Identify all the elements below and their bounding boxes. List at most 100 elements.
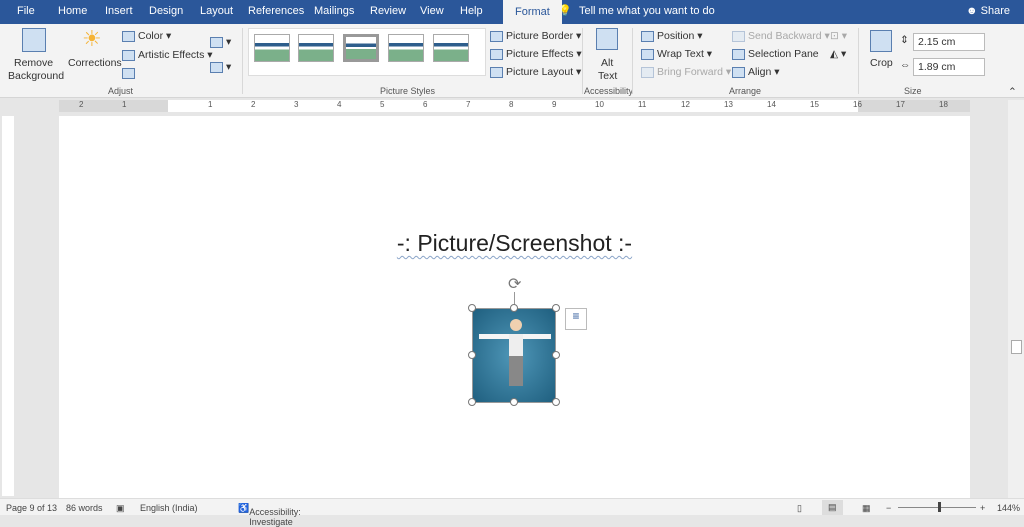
remove-background-icon <box>22 28 46 52</box>
ruler-number: 18 <box>939 100 948 109</box>
adjust-group-label: Adjust <box>108 86 134 96</box>
change-picture-button[interactable]: ▾ <box>210 61 231 73</box>
zoom-out-button[interactable]: − <box>886 503 891 513</box>
artistic-label: Artistic Effects <box>138 49 205 61</box>
group-button[interactable]: ⊡ ▾ <box>830 30 847 42</box>
width-icon: ⇔ <box>900 59 911 71</box>
print-layout-icon[interactable]: ▤ <box>822 500 843 515</box>
resize-handle[interactable] <box>510 304 518 312</box>
align-button[interactable]: Align ▾ <box>732 66 780 78</box>
vertical-ruler[interactable] <box>2 116 14 496</box>
resize-handle[interactable] <box>510 398 518 406</box>
ruler-number: 4 <box>337 100 342 109</box>
tab-file[interactable]: File <box>17 5 35 17</box>
ruler-number: 16 <box>853 100 862 109</box>
resize-handle[interactable] <box>552 304 560 312</box>
selection-pane-button[interactable]: Selection Pane <box>732 48 819 60</box>
bring-label: Bring Forward <box>657 66 723 78</box>
tell-me-search[interactable]: Tell me what you want to do <box>579 5 715 17</box>
accessibility-text: Accessibility: Investigate <box>249 507 301 527</box>
resize-handle[interactable] <box>468 398 476 406</box>
read-mode-icon[interactable]: ▯ <box>797 503 802 514</box>
zoom-slider[interactable] <box>898 507 976 508</box>
wrap-text-button[interactable]: Wrap Text ▾ <box>641 48 712 60</box>
height-icon: ⇕ <box>900 34 909 46</box>
character-body <box>509 334 523 356</box>
alt-text-label2: Text <box>598 70 618 82</box>
ruler-number: 5 <box>380 100 385 109</box>
effects-label: Picture Effects <box>506 48 574 60</box>
resize-handle[interactable] <box>552 398 560 406</box>
resize-handle[interactable] <box>468 304 476 312</box>
resize-handle[interactable] <box>552 351 560 359</box>
ruler-number: 12 <box>681 100 690 109</box>
style-thumb[interactable] <box>388 34 424 62</box>
rotate-handle-icon[interactable]: ⟳ <box>508 274 521 294</box>
width-input[interactable]: 1.89 cm <box>913 58 985 76</box>
tab-help[interactable]: Help <box>460 5 483 17</box>
tab-review[interactable]: Review <box>370 5 406 17</box>
send-backward-button[interactable]: Send Backward ▾ <box>732 30 830 42</box>
tab-view[interactable]: View <box>420 5 444 17</box>
alt-text-button[interactable]: Alt <box>601 57 613 69</box>
tab-home[interactable]: Home <box>58 5 87 17</box>
picture-layout-button[interactable]: Picture Layout ▾ <box>490 66 581 78</box>
artistic-effects-button[interactable]: Artistic Effects ▾ <box>122 49 213 61</box>
ruler-number: 9 <box>552 100 557 109</box>
heading: -: Picture/Screenshot :- <box>59 230 970 257</box>
tab-insert[interactable]: Insert <box>105 5 133 17</box>
arrange-label: Arrange <box>729 86 762 96</box>
word-count[interactable]: 86 words <box>66 503 103 513</box>
language[interactable]: English (India) <box>140 503 198 513</box>
document-page[interactable]: -: Picture/Screenshot :- ⟳ ≡ <box>59 116 970 498</box>
layout-options-icon[interactable]: ≡ <box>565 308 587 330</box>
style-thumb[interactable] <box>433 34 469 62</box>
remove-background-button[interactable]: Remove <box>14 57 53 69</box>
selected-picture[interactable] <box>472 308 556 403</box>
resize-handle[interactable] <box>468 351 476 359</box>
page-count[interactable]: Page 9 of 13 <box>6 503 57 513</box>
accessibility-status[interactable]: ♿ Accessibility: Investigate <box>238 503 301 527</box>
crop-icon <box>870 30 892 52</box>
layout-label: Picture Layout <box>506 66 574 78</box>
character-head <box>510 319 522 331</box>
picture-border-button[interactable]: Picture Border ▾ <box>490 30 581 42</box>
zoom-slider-thumb[interactable] <box>938 502 941 512</box>
ribbon-tab-bar: 💡 Tell me what you want to do ☻ Share Fi… <box>0 0 1024 26</box>
tab-format[interactable]: Format <box>503 0 562 26</box>
tab-design[interactable]: Design <box>149 5 183 17</box>
style-thumb[interactable] <box>343 34 379 62</box>
style-thumb[interactable] <box>298 34 334 62</box>
remove-background-label2: Background <box>8 70 65 82</box>
tab-references[interactable]: References <box>248 5 304 17</box>
character-legs <box>509 356 523 386</box>
ruler-number: 11 <box>638 100 647 109</box>
align-label: Align <box>748 66 772 78</box>
bring-forward-button[interactable]: Bring Forward ▾ <box>641 66 731 78</box>
zoom-level[interactable]: 144% <box>997 503 1020 513</box>
color-button[interactable]: Color ▾ <box>122 30 171 42</box>
picture-effects-button[interactable]: Picture Effects ▾ <box>490 48 582 60</box>
compress-pictures-button[interactable]: ▾ <box>210 36 231 48</box>
crop-button[interactable]: Crop <box>870 57 893 69</box>
ruler-number: 3 <box>294 100 299 109</box>
tab-mailings[interactable]: Mailings <box>314 5 354 17</box>
vertical-scrollbar[interactable] <box>1008 100 1024 498</box>
picture-styles-label: Picture Styles <box>380 86 436 96</box>
web-layout-icon[interactable]: ▦ <box>862 503 871 514</box>
tab-layout[interactable]: Layout <box>200 5 233 17</box>
share-button[interactable]: ☻ Share <box>966 5 1010 17</box>
rotate-button[interactable]: ◭ ▾ <box>830 48 846 60</box>
share-label: Share <box>980 5 1010 17</box>
position-button[interactable]: Position ▾ <box>641 30 703 42</box>
status-bar: Page 9 of 13 86 words ▣ English (India) … <box>0 498 1024 527</box>
scroll-thumb[interactable] <box>1011 340 1022 354</box>
transparency-button[interactable] <box>122 67 138 79</box>
collapse-ribbon-icon[interactable]: ⌃ <box>1008 86 1017 98</box>
style-thumb[interactable] <box>254 34 290 62</box>
zoom-in-button[interactable]: + <box>980 503 985 513</box>
proofing-icon[interactable]: ▣ <box>116 503 125 514</box>
corrections-button[interactable]: Corrections <box>68 57 122 69</box>
height-input[interactable]: 2.15 cm <box>913 33 985 51</box>
horizontal-ruler[interactable]: 2 1 1 2 3 4 5 6 7 8 9 10 11 12 13 14 15 16 17 18 <box>59 100 970 112</box>
